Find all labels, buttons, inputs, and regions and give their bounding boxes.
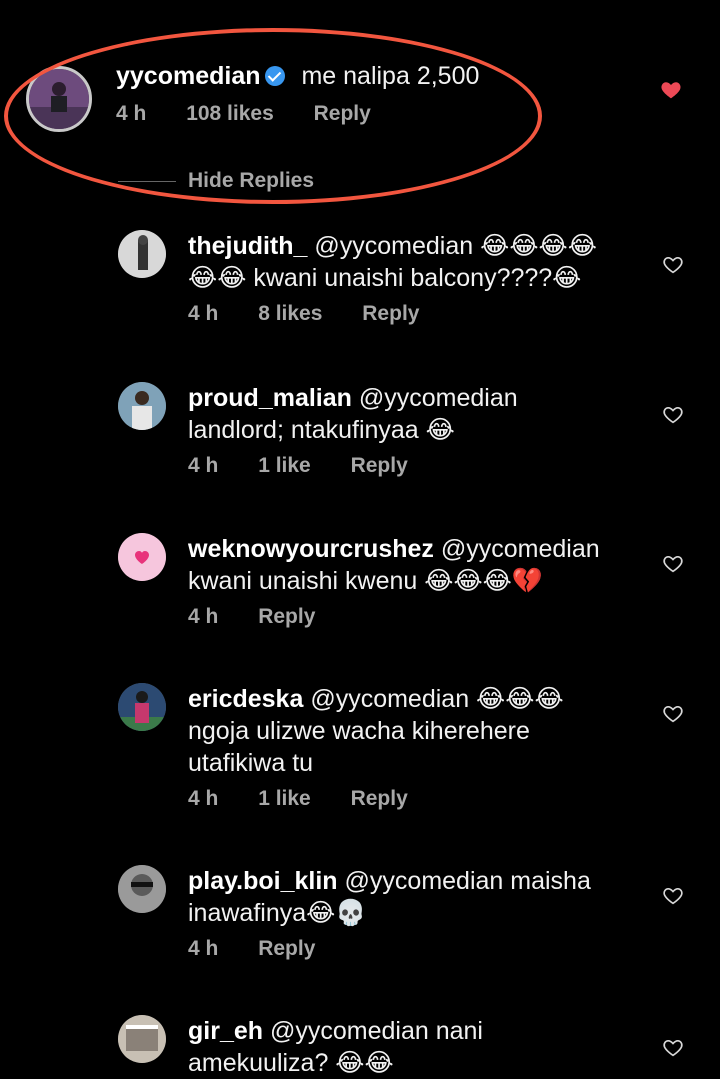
comment-line: 😂😂 kwani unaishi balcony????😂 <box>188 264 582 292</box>
avatar[interactable] <box>118 1015 166 1063</box>
comment-line: landlord; ntakufinyaa 😂 <box>188 416 455 444</box>
avatar[interactable] <box>118 533 166 581</box>
comment-likes[interactable]: 1 like <box>258 454 311 478</box>
avatar-image <box>118 382 166 430</box>
avatar[interactable] <box>118 382 166 430</box>
comment-username[interactable]: thejudith_ <box>188 232 307 260</box>
comment-text: weknowyourcrushez @yycomedian <box>188 535 600 563</box>
comment-time: 4 h <box>188 787 219 810</box>
avatar[interactable] <box>118 683 166 731</box>
comment-meta: 4 h 8 likes Reply <box>188 302 597 326</box>
comment-line: utafikiwa tu <box>188 749 314 777</box>
comment-likes[interactable]: 1 like <box>258 787 311 811</box>
heart-outline-icon[interactable] <box>662 1037 684 1059</box>
avatar[interactable] <box>118 865 166 913</box>
hide-replies-line <box>118 181 176 182</box>
comment-time: 4 h <box>188 454 219 477</box>
heart-filled-icon[interactable] <box>660 79 682 101</box>
comment-text: ericdeska @yycomedian 😂😂😂 <box>188 685 564 713</box>
reply-button[interactable]: Reply <box>258 937 315 961</box>
reply-button[interactable]: Reply <box>351 787 408 811</box>
comment-username[interactable]: weknowyourcrushez <box>188 535 434 563</box>
comment-username[interactable]: play.boi_klin <box>188 867 338 895</box>
comment-line: inawafinya😂💀 <box>188 899 367 927</box>
comment-meta: 4 h Reply <box>188 605 600 629</box>
heart-outline-icon[interactable] <box>662 885 684 907</box>
comment-time: 4 h <box>188 605 219 628</box>
comment-line: ngoja ulizwe wacha kiherehere <box>188 717 530 745</box>
comment-text: gir_eh @yycomedian nani <box>188 1017 483 1045</box>
comment-meta: 4 h 1 like Reply <box>188 787 564 811</box>
avatar-image <box>118 230 166 278</box>
comment-meta: 4 h Reply <box>188 937 591 961</box>
hide-replies-button[interactable]: Hide Replies <box>188 169 314 193</box>
comment-line: amekuuliza? 😂😂 <box>188 1049 394 1077</box>
comment-line: kwani unaishi kwenu 😂😂😂💔 <box>188 567 544 595</box>
comment-text: play.boi_klin @yycomedian maisha <box>188 867 591 895</box>
heart-outline-icon[interactable] <box>662 553 684 575</box>
heart-outline-icon[interactable] <box>662 254 684 276</box>
comment-meta: 4 h 1 like Reply <box>188 454 518 478</box>
heart-outline-icon[interactable] <box>662 404 684 426</box>
comment-time: 4 h <box>188 302 219 325</box>
comment-username[interactable]: gir_eh <box>188 1017 263 1045</box>
reply-button[interactable]: Reply <box>351 454 408 478</box>
avatar-image <box>118 683 166 731</box>
reply-button[interactable]: Reply <box>362 302 419 326</box>
comment-text: thejudith_ @yycomedian 😂😂😂😂 <box>188 232 597 260</box>
comment-text: proud_malian @yycomedian <box>188 384 518 412</box>
avatar-image <box>118 1015 166 1063</box>
comment-time: 4 h <box>188 937 219 960</box>
comment-username[interactable]: ericdeska <box>188 685 303 713</box>
avatar-image <box>118 533 166 581</box>
heart-outline-icon[interactable] <box>662 703 684 725</box>
comment-likes[interactable]: 8 likes <box>258 302 322 326</box>
avatar-image <box>118 865 166 913</box>
reply-button[interactable]: Reply <box>258 605 315 629</box>
avatar[interactable] <box>118 230 166 278</box>
comment-username[interactable]: proud_malian <box>188 384 352 412</box>
